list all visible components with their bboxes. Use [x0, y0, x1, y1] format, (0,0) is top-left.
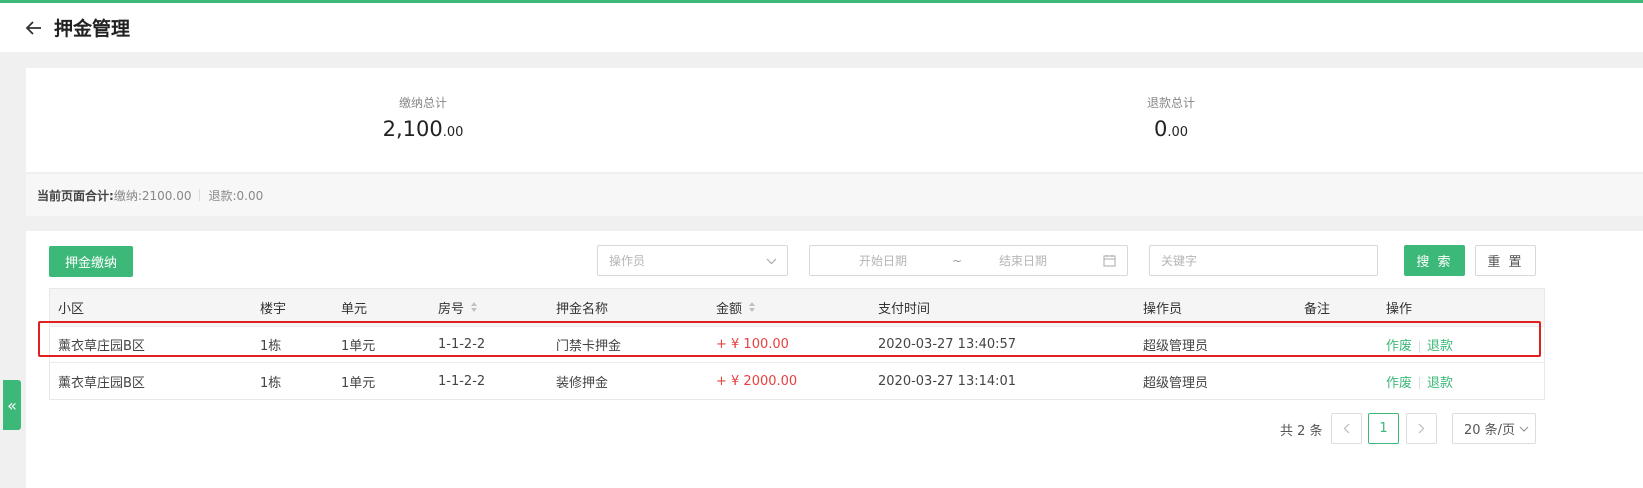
column-header: 备注: [1304, 302, 1331, 317]
keyword-input[interactable]: 关键字: [1149, 245, 1378, 276]
cell-deposit-name: 装修押金: [556, 375, 609, 391]
page-number-button[interactable]: 1: [1368, 413, 1399, 444]
summary-card: 缴纳总计 2,100.00 退款总计 0.00: [26, 68, 1643, 172]
deposit-table: 小区 楼宇 单元 房号 押金名称 金额 支付时间 操作员 备注 操作 薰衣草庄园…: [49, 288, 1545, 400]
next-page-button[interactable]: [1406, 413, 1437, 444]
page-sum-refund: 退款:0.00: [208, 188, 264, 203]
chevron-down-icon: [1519, 421, 1529, 436]
search-button[interactable]: 搜 索: [1404, 245, 1465, 276]
refund-total-dec: .00: [1167, 125, 1189, 140]
refund-link[interactable]: 退款: [1427, 376, 1453, 391]
refund-total-value: 0.00: [1051, 117, 1291, 141]
page-sum-label: 当前页面合计:: [37, 188, 114, 203]
column-header: 押金名称: [556, 302, 609, 317]
sort-icon[interactable]: [748, 301, 756, 317]
column-header-sortable[interactable]: 房号: [438, 298, 478, 318]
date-range-picker[interactable]: 开始日期 ~ 结束日期: [809, 245, 1128, 276]
void-link[interactable]: 作废: [1386, 376, 1412, 391]
column-header: 支付时间: [878, 302, 931, 317]
chevron-left-icon: [1343, 423, 1350, 434]
cell-community: 薰衣草庄园B区: [58, 375, 145, 391]
paid-total-int: 2,100: [382, 117, 443, 141]
cell-deposit-name: 门禁卡押金: [556, 339, 622, 354]
page-size-value: 20 条/页: [1464, 423, 1516, 438]
table-row: 薰衣草庄园B区 1栋 1单元 1-1-2-2 装修押金 + ¥ 2000.00 …: [50, 363, 1544, 399]
page-sum-paid: 缴纳:2100.00: [113, 188, 192, 203]
page-header: 押金管理: [0, 3, 1643, 52]
table-header: 小区 楼宇 单元 房号 押金名称 金额 支付时间 操作员 备注 操作: [50, 289, 1544, 327]
paid-total: 缴纳总计 2,100.00: [303, 94, 543, 141]
paid-total-value: 2,100.00: [303, 117, 543, 141]
paid-total-dec: .00: [442, 125, 464, 140]
page-sum-bar: 当前页面合计: 缴纳:2100.00 退款:0.00: [26, 174, 1643, 216]
cell-community: 薰衣草庄园B区: [58, 339, 145, 354]
cell-actions: 作废 退款: [1386, 335, 1453, 354]
cell-amount: + ¥ 2000.00: [716, 373, 798, 389]
end-date-input[interactable]: 结束日期: [999, 252, 1047, 269]
chevron-right-icon: [1418, 423, 1425, 434]
cell-pay-time: 2020-03-27 13:14:01: [878, 373, 1017, 389]
operator-select[interactable]: 操作员: [597, 245, 788, 276]
cell-building: 1栋: [260, 375, 282, 391]
cell-building: 1栋: [260, 339, 282, 354]
operator-placeholder: 操作员: [609, 254, 646, 268]
collapse-sidebar-tab[interactable]: «: [3, 380, 21, 430]
refund-link[interactable]: 退款: [1427, 339, 1453, 354]
cell-room: 1-1-2-2: [438, 337, 486, 352]
list-panel: 押金缴纳 操作员 开始日期 ~ 结束日期 关键字 搜 索 重 置 小区 楼宇 单…: [26, 231, 1643, 488]
start-date-input[interactable]: 开始日期: [859, 252, 907, 269]
page-size-select[interactable]: 20 条/页: [1452, 413, 1536, 444]
column-header: 楼宇: [260, 302, 287, 317]
column-header: 单元: [341, 302, 368, 317]
reset-button[interactable]: 重 置: [1475, 245, 1536, 276]
table-row: 薰衣草庄园B区 1栋 1单元 1-1-2-2 门禁卡押金 + ¥ 100.00 …: [50, 327, 1544, 363]
page-title: 押金管理: [54, 18, 131, 40]
column-header-label: 房号: [438, 301, 465, 317]
cell-pay-time: 2020-03-27 13:40:57: [878, 337, 1017, 352]
cell-room: 1-1-2-2: [438, 373, 486, 389]
paid-total-label: 缴纳总计: [398, 96, 447, 110]
column-header-sortable[interactable]: 金额: [716, 298, 756, 318]
pagination-total: 共 2 条: [1280, 424, 1323, 439]
column-header: 小区: [58, 302, 85, 317]
cell-operator: 超级管理员: [1143, 339, 1209, 354]
column-header: 操作员: [1143, 302, 1183, 317]
sort-icon[interactable]: [470, 301, 478, 317]
column-header: 操作: [1386, 302, 1413, 317]
refund-total-int: 0: [1153, 117, 1168, 141]
prev-page-button[interactable]: [1331, 413, 1362, 444]
divider: [1419, 377, 1421, 389]
void-link[interactable]: 作废: [1386, 339, 1412, 354]
cell-unit: 1单元: [341, 339, 376, 354]
refund-total-label: 退款总计: [1146, 96, 1195, 110]
column-header-label: 金额: [716, 301, 743, 317]
divider: [1419, 340, 1421, 353]
cell-operator: 超级管理员: [1143, 375, 1209, 391]
deposit-pay-button[interactable]: 押金缴纳: [49, 246, 133, 277]
cell-unit: 1单元: [341, 375, 376, 391]
divider: [199, 189, 201, 201]
refund-total: 退款总计 0.00: [1051, 94, 1291, 141]
cell-actions: 作废 退款: [1386, 372, 1453, 391]
back-arrow-icon[interactable]: [24, 18, 44, 38]
cell-amount: + ¥ 100.00: [716, 337, 789, 352]
chevron-down-icon: [766, 254, 777, 268]
date-separator: ~: [952, 253, 963, 268]
calendar-icon: [1103, 254, 1116, 270]
